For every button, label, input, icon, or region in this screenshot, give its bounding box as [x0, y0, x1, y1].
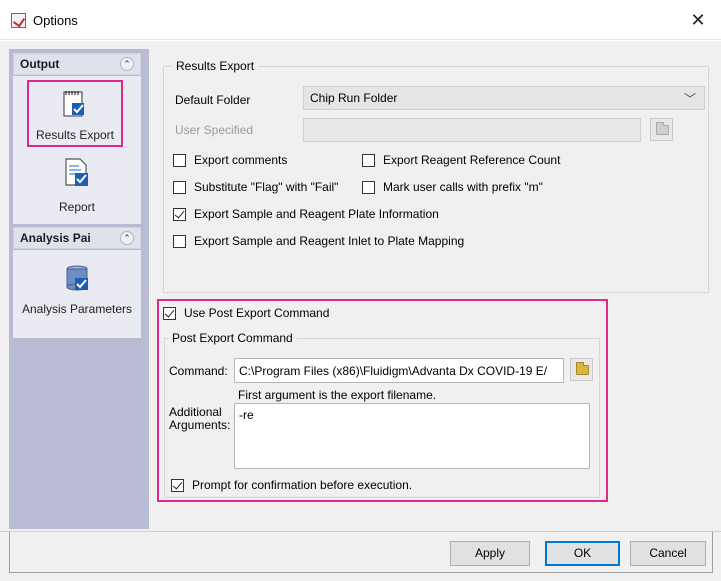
checkbox-label: Export Sample and Reagent Plate Informat… [194, 207, 439, 221]
collapse-icon[interactable]: ⌃ [120, 231, 134, 245]
checkbox-label: Substitute "Flag" with "Fail" [194, 180, 339, 194]
results-export-icon [63, 91, 84, 117]
results-export-group: Results Export Default Folder Chip Run F… [163, 59, 709, 293]
nav-item-report[interactable]: Report [13, 152, 141, 222]
additional-arguments-label-line2: Arguments: [169, 418, 231, 432]
app-icon [11, 13, 26, 28]
checkbox-label: Use Post Export Command [184, 306, 330, 320]
additional-arguments-label: Additional Arguments: [169, 406, 230, 432]
user-specified-field[interactable] [303, 118, 641, 142]
nav-item-label-text: Analysis Parameters [21, 302, 133, 316]
user-specified-browse-button[interactable] [650, 118, 673, 141]
dialog-content: Output ⌃ Results Export Report Analysis … [0, 41, 721, 531]
nav-section-label: Analysis Pai [20, 231, 91, 245]
additional-arguments-field[interactable]: -re [234, 403, 590, 469]
command-label: Command: [169, 364, 228, 378]
checkbox-box[interactable] [163, 306, 176, 320]
nav-item-label: Report [58, 200, 96, 214]
window-title: Options [33, 13, 78, 28]
checkbox-box[interactable] [173, 153, 186, 167]
checkbox-box[interactable] [173, 207, 186, 221]
export-plate-information-checkbox[interactable]: Export Sample and Reagent Plate Informat… [173, 207, 439, 221]
ok-button[interactable]: OK [545, 541, 620, 566]
nav-item-results-export[interactable]: Results Export [27, 80, 123, 147]
checkbox-box[interactable] [362, 153, 375, 167]
nav-section-analysis[interactable]: Analysis Pai ⌃ [13, 227, 141, 249]
close-button[interactable]: ✕ [675, 0, 721, 40]
checkbox-box[interactable] [173, 234, 186, 248]
command-hint: First argument is the export filename. [238, 388, 437, 402]
nav-item-analysis-parameters[interactable]: Analysis Parameters [13, 252, 141, 336]
checkbox-label: Prompt for confirmation before execution… [192, 478, 413, 492]
checkbox-label: Export Reagent Reference Count [383, 153, 561, 167]
checkbox-label: Export comments [194, 153, 288, 167]
chevron-down-icon: ﹀ [683, 92, 696, 106]
cancel-button[interactable]: Cancel [630, 541, 706, 566]
command-field[interactable]: C:\Program Files (x86)\Fluidigm\Advanta … [234, 358, 564, 383]
prompt-confirmation-checkbox[interactable]: Prompt for confirmation before execution… [171, 478, 412, 492]
default-folder-select[interactable]: Chip Run Folder ﹀ [303, 86, 705, 110]
post-export-command-group: Post Export Command Command: C:\Program … [164, 331, 600, 498]
group-title: Results Export [172, 59, 259, 73]
user-specified-label: User Specified [175, 123, 254, 137]
command-browse-button[interactable] [570, 358, 593, 381]
nav-item-label: Results Export [35, 128, 115, 142]
post-export-section: Use Post Export Command Post Export Comm… [157, 299, 608, 502]
group-title: Post Export Command [168, 331, 297, 345]
checkbox-label: Export Sample and Reagent Inlet to Plate… [194, 234, 465, 248]
default-folder-value: Chip Run Folder [310, 91, 398, 105]
folder-icon [656, 122, 669, 135]
export-inlet-mapping-checkbox[interactable]: Export Sample and Reagent Inlet to Plate… [173, 234, 464, 248]
default-folder-label: Default Folder [175, 93, 251, 107]
options-dialog: Options ✕ Output ⌃ Results Export Report… [0, 0, 721, 581]
nav-output-panel: Results Export Report [13, 76, 141, 224]
analysis-parameters-icon [66, 265, 88, 291]
substitute-flag-checkbox[interactable]: Substitute "Flag" with "Fail" [173, 180, 338, 194]
nav-section-label: Output [20, 57, 60, 71]
export-comments-checkbox[interactable]: Export comments [173, 153, 287, 167]
nav-section-output[interactable]: Output ⌃ [13, 53, 141, 75]
use-post-export-command-checkbox[interactable]: Use Post Export Command [163, 306, 329, 320]
nav-item-label: Analysis Parameters [13, 302, 141, 316]
checkbox-box[interactable] [171, 478, 184, 492]
checkbox-box[interactable] [362, 180, 375, 194]
export-reagent-reference-count-checkbox[interactable]: Export Reagent Reference Count [362, 153, 560, 167]
title-bar: Options ✕ [0, 0, 721, 40]
checkbox-label: Mark user calls with prefix "m" [383, 180, 543, 194]
folder-icon [576, 362, 589, 375]
nav-analysis-panel: Analysis Parameters [13, 250, 141, 338]
options-nav: Output ⌃ Results Export Report Analysis … [9, 49, 149, 529]
button-bar-frame: Apply OK Cancel [9, 532, 713, 573]
checkbox-box[interactable] [173, 180, 186, 194]
report-icon [65, 158, 88, 186]
mark-user-calls-checkbox[interactable]: Mark user calls with prefix "m" [362, 180, 543, 194]
apply-button[interactable]: Apply [450, 541, 530, 566]
button-bar: Apply OK Cancel [0, 531, 721, 581]
collapse-icon[interactable]: ⌃ [120, 57, 134, 71]
